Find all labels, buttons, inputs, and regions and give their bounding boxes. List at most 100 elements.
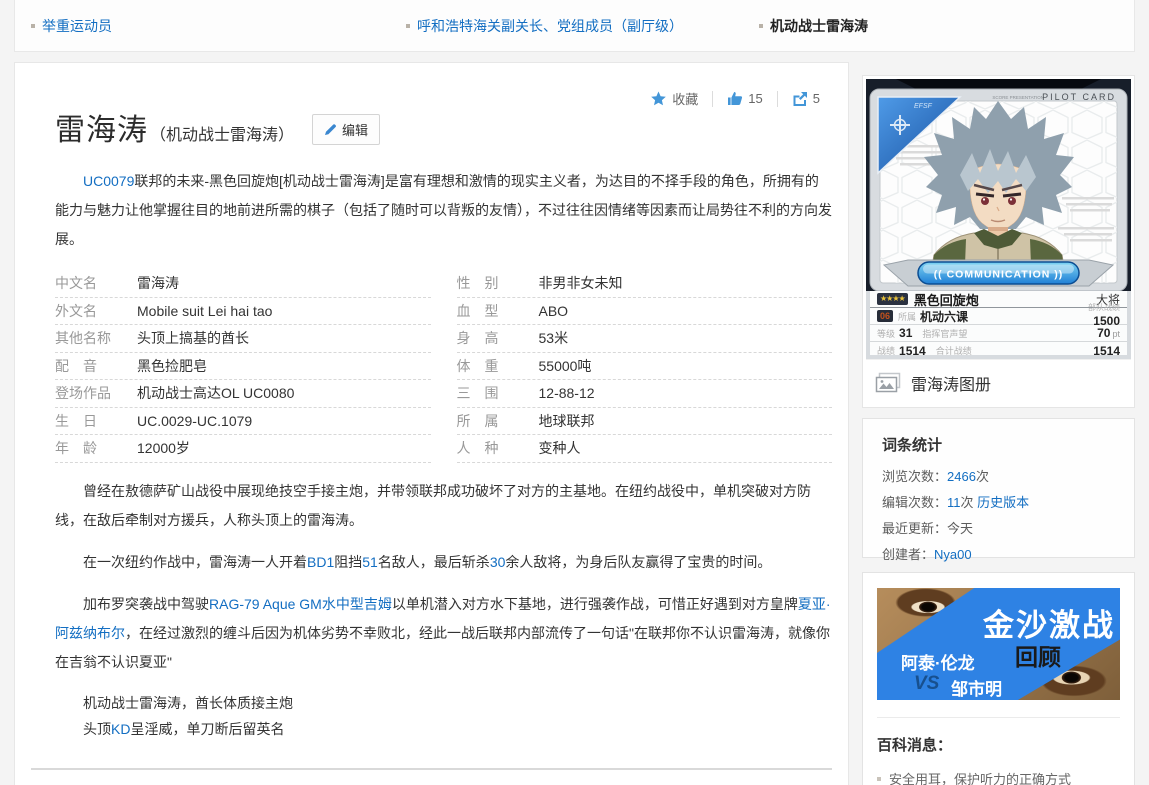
stat-line: 最近更新：今天 (882, 516, 1115, 542)
bullet-icon (31, 24, 35, 28)
unit-badge: 06 (877, 310, 894, 322)
reputation-label: 指挥官声望 (922, 328, 968, 339)
infobox-row: 生 日 UC.0029-UC.1079 (55, 408, 431, 435)
share-button[interactable]: 5 (792, 91, 820, 106)
stat-line: 浏览次数：2466次 (882, 464, 1115, 490)
inline-link[interactable]: 11 (947, 495, 961, 510)
infobox-value: 53米 (538, 330, 569, 346)
gallery-label: 雷海涛图册 (911, 377, 992, 394)
news-item[interactable]: 安全用耳，保护听力的正确方式 (877, 769, 1120, 785)
ad-banner[interactable]: 金沙激战 回顾 阿泰·伦龙 VS 邹市明 (877, 588, 1120, 700)
text-segment: 以单机潜入对方水下基地，进行强袭作战，可惜正好遇到对方皇牌 (391, 595, 798, 612)
inline-link[interactable]: BD1 (307, 554, 334, 570)
infobox-value: 55000吨 (538, 357, 592, 374)
reputation: 70 pt (1097, 325, 1120, 341)
infobox-label: 中文名 (55, 275, 97, 291)
pilot-card-stats: ★ ★ ★ ★ 黑色回旋炮 大将 06 所属 机动六课 部队战绩 1500 等级 31… (870, 291, 1127, 358)
ad-fighter1: 阿泰·伦龙 (901, 654, 975, 673)
disambiguation-link[interactable]: 举重运动员 (42, 16, 112, 36)
divider (31, 767, 832, 770)
infobox-value: 地球联邦 (538, 412, 595, 429)
infobox-value: 变种人 (538, 440, 581, 456)
infobox-label: 年 龄 (55, 440, 97, 456)
entry-statistics-list: 浏览次数：2466次 编辑次数：11次 历史版本 最近更新：今天 创建者：Nya00 (882, 464, 1115, 568)
infobox-value: 雷海涛 (137, 275, 179, 291)
inline-link[interactable]: UC0079 (83, 173, 134, 189)
edit-label: 编辑 (342, 123, 369, 138)
gallery-link[interactable]: 雷海涛图册 (866, 359, 1131, 404)
infobox-label: 体 重 (456, 357, 499, 374)
inline-link[interactable]: 30 (490, 554, 506, 570)
infobox-label: 生 日 (55, 412, 97, 429)
reputation-unit: pt (1112, 329, 1120, 339)
text-segment: 在一次纽约作战中，雷海涛一人开着 (83, 553, 307, 570)
disambiguation-item[interactable]: 呼和浩特海关副关长、党组成员（副厅级） (406, 16, 683, 36)
disambiguation-item[interactable]: 举重运动员 (31, 16, 112, 36)
infobox-row: 三 围 12-88-12 (456, 380, 832, 408)
infobox-label: 其他名称 (55, 330, 111, 346)
text-segment: 今天 (947, 521, 974, 536)
text-segment: 浏览次数： (882, 469, 948, 484)
pilot-name: 黑色回旋炮 (913, 292, 979, 308)
rank-stars-badge: ★ ★ ★ ★ (877, 293, 908, 305)
inline-link[interactable]: 51 (362, 554, 378, 570)
infobox-label: 登场作品 (55, 385, 111, 401)
inline-link[interactable]: KD (111, 721, 130, 737)
disambiguation-bar: 举重运动员 呼和浩特海关副关长、党组成员（副厅级） 机动战士雷海涛 (14, 0, 1135, 52)
text-segment: 次 (975, 469, 989, 484)
infobox-label: 人 种 (456, 440, 499, 456)
infobox-value: 非男非女未知 (538, 275, 623, 291)
article-paragraph: 加布罗突袭战中驾驶RAG-79 Aque GM水中型吉姆以单机潜入对方水下基地，… (55, 590, 832, 677)
unit-label: 所属 (898, 311, 917, 322)
ad-fighter2: 邹市明 (951, 680, 1002, 699)
text-segment: ，在经过激烈的缠斗后因为机体劣势不幸败北，经此一战后联邦内部流传了一句话"在联邦… (55, 624, 830, 670)
infobox-row: 人 种 变种人 (456, 435, 832, 463)
disambiguation-item-current: 机动战士雷海涛 (759, 16, 868, 36)
article-actions: 收藏 15 5 (650, 89, 820, 108)
article-intro: UC0079联邦的未来-黑色回旋炮[机动战士雷海涛]是富有理想和激情的现实主义者… (55, 167, 832, 254)
bullet-icon (759, 24, 763, 28)
inline-link[interactable]: Nya00 (934, 547, 972, 562)
gallery-card-box: SCORE PRESENTATION PILOT CARD EFSF ((CO… (862, 75, 1135, 408)
infobox-label: 性 别 (456, 275, 499, 291)
share-count: 5 (812, 91, 820, 106)
favorite-button[interactable]: 收藏 (650, 89, 698, 108)
text-segment: 余人敌将，为身后队友赢得了宝贵的时间。 (505, 553, 772, 570)
inline-link[interactable]: 2466 (947, 469, 976, 484)
infobox-label: 配 音 (55, 357, 97, 374)
infobox-row: 所 属 地球联邦 (456, 408, 832, 435)
ad-vs-label: VS (914, 673, 940, 694)
level-value: 31 (899, 326, 913, 340)
pencil-icon (325, 124, 336, 135)
text-segment: 编辑次数： (882, 495, 948, 510)
text-segment: 阻挡 (334, 553, 363, 570)
infobox-value: 机动战士高达OL UC0080 (137, 385, 295, 401)
star-icon (651, 91, 667, 105)
divider (877, 717, 1120, 718)
edit-button[interactable]: 编辑 (312, 114, 381, 145)
infobox-row: 中文名 雷海涛 (55, 270, 431, 298)
disambiguation-link[interactable]: 呼和浩特海关副关长、党组成员（副厅级） (417, 16, 683, 36)
text-segment: 机动战士雷海涛，酋长体质接主炮 (83, 694, 293, 711)
stat-line: 创建者：Nya00 (882, 542, 1115, 568)
infobox-row: 体 重 55000吨 (456, 353, 832, 380)
inline-link[interactable]: RAG-79 Aque GM水中型吉姆 (209, 596, 392, 612)
inline-link[interactable]: 历史版本 (977, 495, 1029, 510)
like-button[interactable]: 15 (727, 91, 763, 106)
like-count: 15 (748, 91, 763, 106)
bullet-icon (877, 776, 881, 781)
article-footer: 词条标签： 军事，动画，动漫作品，动漫，漫画 (31, 767, 832, 785)
communication-banner-label: (( COMMUNICATION )) (934, 269, 1064, 281)
star-icon: ★ (898, 294, 906, 303)
infobox-row: 身 高 53米 (456, 325, 832, 353)
article-body: 曾经在敖德萨矿山战役中展现绝技空手接主炮，并带领联邦成功破坏了对方的主基地。在纽… (55, 477, 832, 742)
article-panel: 收藏 15 5 雷海涛 （机动战士雷海涛） 编辑 UC0079联邦的未来-黑色回… (14, 62, 849, 785)
unit-name: 机动六课 (920, 309, 969, 324)
pilot-card-art: SCORE PRESENTATION PILOT CARD EFSF ((CO… (866, 79, 1131, 292)
pilot-card-image[interactable]: SCORE PRESENTATION PILOT CARD EFSF ((CO… (866, 79, 1131, 359)
stat-line: 编辑次数：11次 历史版本 (882, 490, 1115, 516)
infobox-value: ABO (538, 302, 569, 319)
infobox-row: 性 别 非男非女未知 (456, 270, 832, 298)
infobox-value: 头顶上搞基的酋长 (137, 330, 249, 346)
text-segment: 次 (960, 495, 978, 510)
